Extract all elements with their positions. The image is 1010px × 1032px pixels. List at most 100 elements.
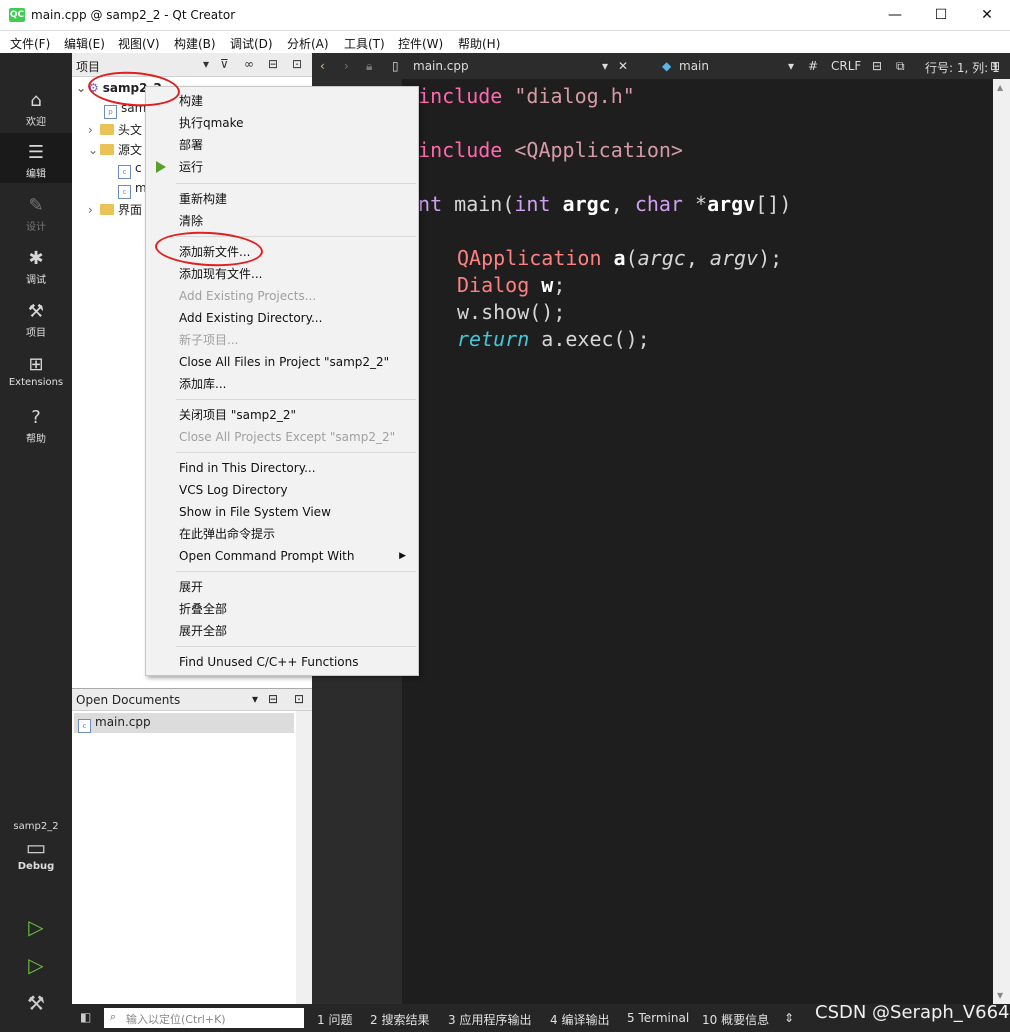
menu-item-run[interactable]: 运行	[146, 156, 418, 178]
close-panel-icon[interactable]: ⊡	[292, 57, 302, 71]
menu-help[interactable]: 帮助(H)	[458, 35, 500, 52]
menu-item-rebuild[interactable]: 重新构建	[146, 188, 418, 210]
menu-debug[interactable]: 调试(D)	[230, 35, 273, 52]
menu-item-clean[interactable]: 清除	[146, 210, 418, 232]
link-icon[interactable]: ∞	[244, 57, 254, 71]
open-documents-scrollbar[interactable]	[296, 711, 312, 1005]
cpp-file-icon: c	[118, 165, 131, 179]
code-editor[interactable]: #include "dialog.h" #include <QApplicati…	[402, 79, 993, 1004]
output-tab-compile[interactable]: 4 编译输出	[550, 1011, 609, 1028]
output-tab-terminal[interactable]: 5 Terminal	[627, 1011, 689, 1025]
menu-widgets[interactable]: 控件(W)	[398, 35, 443, 52]
editor-scrollbar[interactable]: ▲ ▼	[993, 79, 1010, 1004]
symbol-selector[interactable]: main	[679, 59, 709, 73]
split-icon[interactable]: ⊟	[268, 57, 278, 71]
menu-item-show-in-filesystem[interactable]: Show in File System View	[146, 501, 418, 523]
menu-item-open-command-prompt[interactable]: 在此弹出命令提示	[146, 523, 418, 545]
scroll-down-icon[interactable]: ▼	[997, 991, 1003, 1000]
menu-item-close-project[interactable]: 关闭项目 "samp2_2"	[146, 404, 418, 426]
tree-item-main-cpp[interactable]: cm	[118, 181, 147, 201]
output-tab-issues[interactable]: 1 问题	[317, 1011, 352, 1028]
menu-item-add-library[interactable]: 添加库...	[146, 373, 418, 395]
locator-placeholder: 输入以定位(Ctrl+K)	[126, 1013, 226, 1026]
file-dropdown-icon[interactable]: ▾	[602, 59, 608, 73]
kit-selector[interactable]: samp2_2 ▭ Debug	[0, 821, 72, 872]
mode-projects[interactable]: ⚒ 项目	[0, 300, 72, 344]
menu-analyze[interactable]: 分析(A)	[287, 35, 329, 52]
tree-item-sources[interactable]: ⌄ 源文	[88, 141, 142, 161]
mode-label: 编辑	[26, 169, 46, 180]
mode-design[interactable]: ✎ 设计	[0, 194, 72, 238]
dropdown-arrow-icon[interactable]: ▾	[203, 57, 209, 71]
menu-item-expand-all[interactable]: 展开全部	[146, 620, 418, 642]
menu-view[interactable]: 视图(V)	[118, 35, 160, 52]
mode-extensions[interactable]: ⊞ Extensions	[0, 353, 72, 397]
back-arrow-icon[interactable]: ‹	[320, 59, 325, 73]
kit-config: Debug	[17, 861, 55, 872]
menu-item-run-qmake[interactable]: 执行qmake	[146, 112, 418, 134]
maximize-button[interactable]: ☐	[918, 0, 964, 31]
sidebar-toggle-icon[interactable]: ◧	[80, 1010, 91, 1024]
menu-item-build[interactable]: 构建	[146, 90, 418, 112]
locator-input[interactable]: ⌕ 输入以定位(Ctrl+K)	[104, 1008, 304, 1028]
scroll-up-icon[interactable]: ▲	[997, 83, 1003, 92]
close-button[interactable]: ✕	[964, 0, 1010, 31]
menu-file[interactable]: 文件(F)	[10, 35, 50, 52]
menu-item-vcs-log[interactable]: VCS Log Directory	[146, 479, 418, 501]
windows-icon[interactable]: ⧉	[896, 59, 905, 74]
mode-welcome[interactable]: ⌂ 欢迎	[0, 89, 72, 133]
close-panel-icon[interactable]: ⊡	[294, 692, 304, 706]
menu-item-find-in-directory[interactable]: Find in This Directory...	[146, 457, 418, 479]
mode-debug[interactable]: ✱ 调试	[0, 247, 72, 291]
split-editor-icon[interactable]: ⊞	[990, 59, 1000, 73]
menu-item-collapse-all[interactable]: 折叠全部	[146, 598, 418, 620]
menu-item-find-unused-functions[interactable]: Find Unused C/C++ Functions	[146, 651, 418, 673]
filter-icon[interactable]: ⊽	[220, 57, 229, 71]
menu-item-open-command-prompt-with[interactable]: Open Command Prompt With ▶	[146, 545, 418, 567]
build-button[interactable]: ⚒	[0, 991, 72, 1019]
open-document-item[interactable]: c main.cpp	[74, 713, 294, 733]
split-icon[interactable]: ⊟	[268, 692, 278, 706]
chevron-right-icon[interactable]: ›	[88, 203, 100, 217]
forward-arrow-icon[interactable]: ›	[344, 59, 349, 73]
close-file-icon[interactable]: ✕	[618, 59, 628, 73]
output-tab-app-output[interactable]: 3 应用程序输出	[448, 1011, 531, 1028]
line-ending-selector[interactable]: CRLF	[831, 59, 861, 73]
debug-run-button[interactable]: ▷	[0, 953, 72, 981]
dropdown-arrow-icon[interactable]: ▾	[252, 692, 258, 706]
hash-button[interactable]: #	[808, 59, 818, 73]
mode-help[interactable]: ? 帮助	[0, 406, 72, 450]
menu-build[interactable]: 构建(B)	[174, 35, 216, 52]
tree-item-headers[interactable]: › 头文	[88, 121, 142, 141]
mode-edit[interactable]: ☰ 编辑	[0, 133, 72, 183]
run-button[interactable]: ▷	[0, 915, 72, 943]
more-tabs-icon[interactable]: ⇕	[784, 1011, 794, 1025]
menu-item-deploy[interactable]: 部署	[146, 134, 418, 156]
cursor-position[interactable]: 行号: 1, 列: 1	[925, 59, 1000, 76]
current-file[interactable]: main.cpp	[413, 59, 469, 73]
qt-creator-logo-icon: QC	[9, 8, 25, 22]
menu-item-add-existing-directory[interactable]: Add Existing Directory...	[146, 307, 418, 329]
project-panel-title[interactable]: 项目	[76, 58, 100, 75]
menu-edit[interactable]: 编辑(E)	[64, 35, 105, 52]
tree-item-dialog-cpp[interactable]: cc	[118, 161, 142, 181]
chevron-down-icon[interactable]: ⌄	[76, 81, 88, 95]
file-doc-icon: ▯	[392, 59, 399, 73]
minimize-button[interactable]: —	[872, 0, 918, 31]
menu-item-add-existing-files[interactable]: 添加现有文件...	[146, 263, 418, 285]
menu-item-expand[interactable]: 展开	[146, 576, 418, 598]
open-documents-title[interactable]: Open Documents	[76, 693, 180, 707]
menu-item-close-all-files[interactable]: Close All Files in Project "samp2_2"	[146, 351, 418, 373]
menu-tools[interactable]: 工具(T)	[344, 35, 385, 52]
chevron-right-icon[interactable]: ›	[88, 123, 100, 137]
symbol-dropdown-icon[interactable]: ▾	[788, 59, 794, 73]
mode-sidebar: ⌂ 欢迎 ☰ 编辑 ✎ 设计 ✱ 调试 ⚒ 项目 ⊞ Extensions ? …	[0, 53, 72, 1032]
outline-icon[interactable]: ⊟	[872, 59, 882, 73]
window-title: main.cpp @ samp2_2 - Qt Creator	[31, 8, 236, 22]
code-token: #include	[406, 138, 515, 162]
output-tab-summary[interactable]: 10 概要信息	[702, 1011, 769, 1028]
chevron-down-icon[interactable]: ⌄	[88, 143, 100, 157]
run-icon: ▷	[28, 915, 44, 939]
output-tab-search[interactable]: 2 搜索结果	[370, 1011, 429, 1028]
tree-item-forms[interactable]: › 界面	[88, 201, 142, 221]
